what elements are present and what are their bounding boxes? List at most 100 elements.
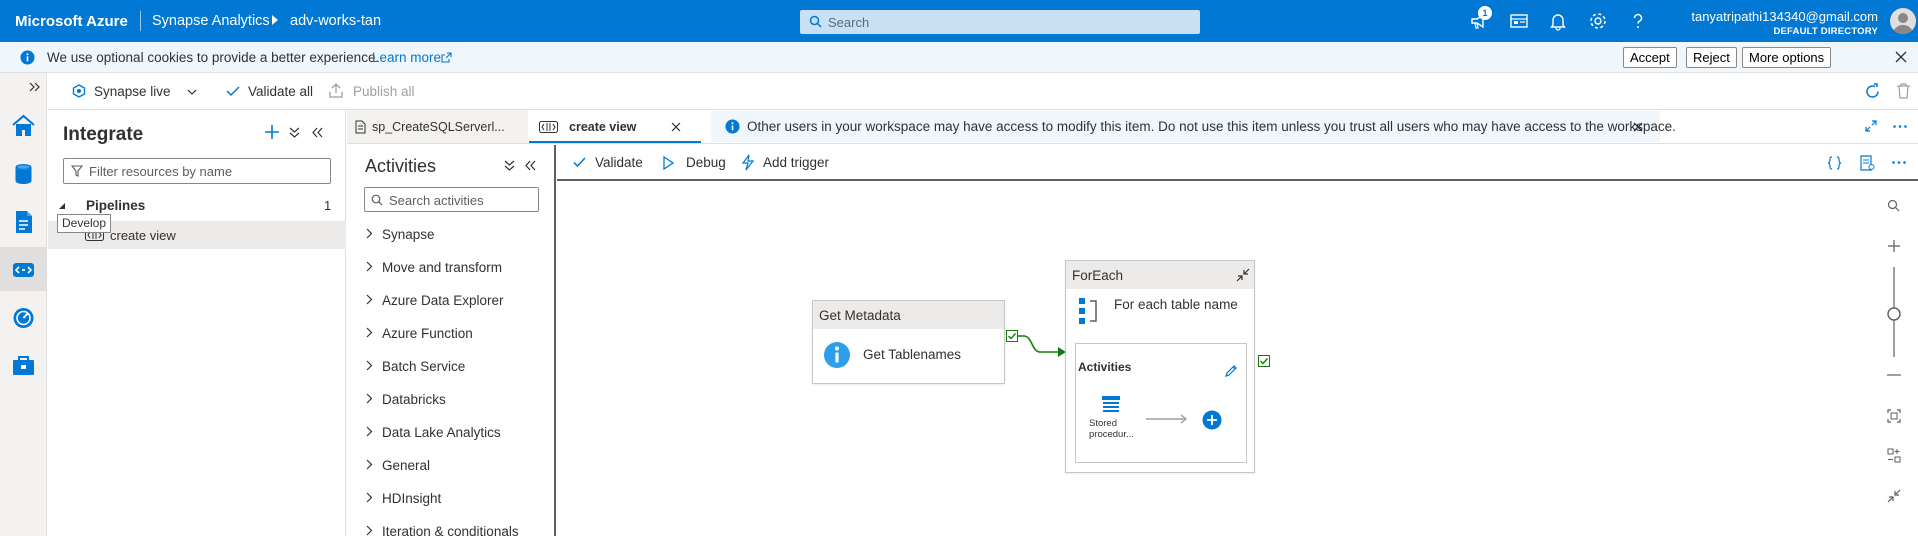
edit-pencil-icon[interactable] [1224,364,1238,378]
learn-more-link[interactable]: Learn more [372,50,441,65]
collapse-pane-icon[interactable] [312,127,323,138]
get-metadata-activity[interactable]: Get Metadata Get Tablenames [812,300,1005,384]
close-icon[interactable] [1633,122,1643,132]
add-activity-plus-icon[interactable] [1202,410,1222,430]
fit-to-screen-icon [1887,409,1901,423]
sql-script-icon [355,120,366,134]
search-icon [1887,199,1900,212]
collapse-all-icon[interactable] [504,160,515,171]
rail-develop[interactable] [0,199,47,243]
debug-play-icon [663,156,674,170]
rail-data[interactable] [0,151,47,195]
develop-script-icon [16,211,32,233]
activity-category[interactable]: Databricks [366,387,546,411]
avatar[interactable] [1890,8,1916,34]
refresh-icon[interactable] [1864,83,1881,100]
zoom-to-100-button[interactable] [1875,477,1913,513]
rail-manage[interactable] [0,343,47,387]
activity-type-label: Get Metadata [819,308,901,323]
collapse-all-icon[interactable] [289,127,300,138]
validate-check-icon [573,157,586,168]
search-activities[interactable] [364,187,539,212]
user-email[interactable]: tanyatripathi134340@gmail.com [1691,9,1878,24]
properties-icon[interactable] [1860,155,1875,171]
auto-align-button[interactable] [1875,437,1913,473]
close-icon[interactable] [1895,51,1907,63]
activity-category[interactable]: Batch Service [366,354,546,378]
bell-icon[interactable] [1547,10,1569,32]
synapse-live-dropdown[interactable]: Synapse live [94,84,171,99]
activity-category[interactable]: General [366,453,546,477]
canvas-search-button[interactable] [1875,187,1913,223]
activity-category[interactable]: Azure Function [366,321,546,345]
gear-icon[interactable] [1587,10,1609,32]
info-circle-icon [824,342,850,368]
validate-button[interactable]: Validate [595,155,643,170]
activity-category-label: Data Lake Analytics [382,425,501,440]
debug-button[interactable]: Debug [686,155,726,170]
add-resource-plus-icon[interactable] [264,124,280,140]
add-trigger-button[interactable]: Add trigger [763,155,829,170]
foreach-activity[interactable]: ForEach For each table name Activities S… [1065,260,1255,473]
success-checkbox-icon[interactable] [1258,355,1270,367]
foreach-inner-activities[interactable]: Activities Stored procedur... [1075,343,1247,463]
directory-switch-icon[interactable] [1508,10,1530,32]
pipelines-count: 1 [324,198,332,213]
rail-home[interactable] [0,103,47,147]
activity-category[interactable]: Iteration & conditionals [366,519,546,536]
code-braces-icon[interactable] [1827,156,1842,170]
chevron-right-icon [366,261,373,272]
collapse-triangle-icon[interactable] [58,202,66,210]
activity-category[interactable]: Move and transform [366,255,546,279]
zoom-in-button[interactable] [1875,227,1913,263]
maximize-icon[interactable] [1865,120,1877,132]
synapse-live-icon [72,84,86,98]
tab-create-view[interactable]: create view [529,110,701,143]
search-activities-input[interactable] [389,191,534,209]
azure-brand[interactable]: Microsoft Azure [15,13,128,30]
inner-activities-title: Activities [1078,360,1132,374]
command-bar: Synapse live Validate all Publish all [48,73,1918,110]
activity-category[interactable]: Synapse [366,222,546,246]
more-options-ellipsis-icon[interactable] [1892,161,1906,164]
activity-category[interactable]: Azure Data Explorer [366,288,546,312]
cookie-more-options-button[interactable]: More options [1742,47,1832,68]
success-checkbox-icon[interactable] [1006,330,1018,342]
filter-resources-input[interactable] [89,162,324,180]
monitor-gauge-icon [13,308,34,328]
collapse-arrows-icon[interactable] [1236,268,1250,282]
activity-category[interactable]: Data Lake Analytics [366,420,546,444]
publish-all-button[interactable]: Publish all [353,84,415,99]
close-tab-icon[interactable] [671,122,681,132]
validate-all-button[interactable]: Validate all [248,84,313,99]
chevron-down-icon[interactable] [187,89,197,95]
global-search[interactable] [800,10,1200,34]
activity-category[interactable]: HDInsight [366,486,546,510]
rail-monitor[interactable] [0,295,47,339]
help-icon[interactable] [1627,10,1649,32]
filter-resources[interactable] [63,158,331,184]
discard-all-icon[interactable] [1896,83,1911,99]
activity-header: Get Metadata [813,301,1004,329]
activity-category-label: Move and transform [382,260,503,275]
zoom-slider-thumb[interactable] [1887,307,1901,321]
global-search-input[interactable] [828,12,1188,32]
workspace-name[interactable]: adv-works-tan [290,13,381,29]
service-name[interactable]: Synapse Analytics [152,13,270,29]
collapse-pane-icon[interactable] [525,160,536,171]
zoom-to-fit-button[interactable] [1875,397,1913,433]
pipeline-icon [539,121,558,133]
rail-integrate[interactable] [0,247,47,291]
more-options-ellipsis-icon[interactable] [1893,125,1907,128]
trigger-lightning-icon [741,154,755,171]
zoom-out-button[interactable] [1875,357,1913,393]
reject-cookies-button[interactable]: Reject [1686,47,1737,68]
accept-cookies-button[interactable]: Accept [1623,47,1677,68]
activity-type-label: ForEach [1072,268,1124,283]
tab-sp-create-sql[interactable]: sp_CreateSQLServerl... [347,110,528,143]
chevron-right-icon [366,492,373,503]
publish-icon [329,83,343,98]
expand-rail-chevron-icon[interactable] [29,82,40,92]
inner-activity-label: Stored procedur... [1089,418,1134,440]
auto-align-icon [1887,448,1901,463]
